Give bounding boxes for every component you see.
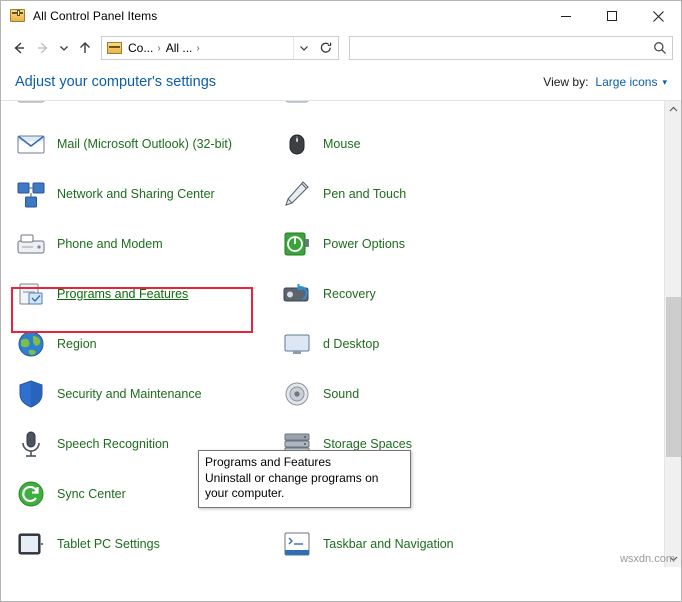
view-by-control[interactable]: View by: Large icons ▾ — [543, 75, 667, 89]
list-item-remote-desktop[interactable]: d Desktop — [281, 319, 539, 369]
list-item-label[interactable]: Power Options — [323, 237, 405, 252]
remote-desktop-icon — [281, 328, 313, 360]
address-toolbar: Co... › All ... › — [1, 32, 681, 64]
address-dropdown-icon[interactable] — [293, 37, 314, 59]
phone-modem-icon — [15, 228, 47, 260]
forward-button[interactable] — [31, 36, 55, 60]
items-row: Phone and Modem Power Options — [15, 219, 661, 269]
view-by-value[interactable]: Large icons — [595, 75, 657, 89]
security-maintenance-icon — [15, 378, 47, 410]
tablet-pc-icon — [15, 528, 47, 560]
list-item-label[interactable]: d Desktop — [323, 337, 379, 352]
sync-center-icon — [15, 478, 47, 510]
region-icon — [15, 328, 47, 360]
recent-locations-button[interactable] — [55, 36, 73, 60]
caption-buttons — [543, 1, 681, 31]
partial-icon-left — [15, 101, 47, 110]
list-item-label[interactable]: Network and Sharing Center — [57, 187, 215, 202]
programs-features-icon — [15, 278, 47, 310]
list-item-security-maintenance[interactable]: Security and Maintenance — [15, 369, 273, 419]
list-item-network-sharing[interactable]: Network and Sharing Center — [15, 169, 273, 219]
list-item-region[interactable]: Region — [15, 319, 273, 369]
taskbar-navigation-icon — [281, 528, 313, 560]
list-item-label[interactable]: Taskbar and Navigation — [323, 537, 454, 552]
search-icon[interactable] — [648, 41, 672, 55]
list-item-mouse[interactable]: Mouse — [281, 119, 539, 169]
list-item-label[interactable]: Programs and Features — [57, 287, 188, 302]
items-row-clipped — [15, 101, 661, 119]
list-item[interactable] — [281, 101, 539, 119]
pen-touch-icon — [281, 178, 313, 210]
search-box[interactable] — [349, 36, 673, 60]
recovery-icon — [281, 278, 313, 310]
breadcrumb-item-all-items[interactable]: All ... — [164, 41, 195, 55]
minimize-button[interactable] — [543, 1, 589, 31]
items-row: Region d Desktop — [15, 319, 661, 369]
list-item-tablet-pc-settings[interactable]: Tablet PC Settings — [15, 519, 273, 567]
speech-recognition-icon — [15, 428, 47, 460]
control-panel-icon — [107, 40, 123, 56]
list-item-recovery[interactable]: Recovery — [281, 269, 539, 319]
mail-icon — [15, 128, 47, 160]
page-header: Adjust your computer's settings View by:… — [1, 64, 681, 100]
list-item-label[interactable]: Sync Center — [57, 487, 126, 502]
items-row: Security and Maintenance Sound — [15, 369, 661, 419]
scroll-up-icon[interactable] — [665, 101, 681, 118]
items-row: Tablet PC Settings Taskbar and Navigatio… — [15, 519, 661, 567]
view-by-label: View by: — [543, 75, 589, 89]
title-bar: All Control Panel Items — [1, 1, 681, 32]
list-item-phone-modem[interactable]: Phone and Modem — [15, 219, 273, 269]
list-item[interactable] — [15, 101, 273, 119]
power-options-icon — [281, 228, 313, 260]
list-item-label[interactable]: Pen and Touch — [323, 187, 406, 202]
tooltip-title: Programs and Features — [205, 455, 332, 469]
items-area: Mail (Microsoft Outlook) (32-bit) Mouse — [1, 100, 681, 567]
breadcrumb-separator[interactable]: › — [155, 43, 163, 54]
close-button[interactable] — [635, 1, 681, 31]
items-row: Network and Sharing Center Pen and Touch — [15, 169, 661, 219]
list-item-label[interactable]: Mouse — [323, 137, 361, 152]
list-item-label[interactable]: Phone and Modem — [57, 237, 163, 252]
tooltip: Programs and Features Uninstall or chang… — [198, 450, 411, 508]
tooltip-body: Uninstall or change programs on your com… — [205, 471, 379, 500]
scrollbar-thumb[interactable] — [666, 297, 681, 457]
partial-icon-right — [281, 101, 313, 110]
list-item-label[interactable]: Sound — [323, 387, 359, 402]
list-item-label[interactable]: Security and Maintenance — [57, 387, 202, 402]
page-title: Adjust your computer's settings — [15, 74, 217, 90]
watermark: wsxdn.com — [619, 553, 675, 565]
maximize-button[interactable] — [589, 1, 635, 31]
list-item-mail[interactable]: Mail (Microsoft Outlook) (32-bit) — [15, 119, 273, 169]
up-button[interactable] — [73, 36, 97, 60]
network-sharing-icon — [15, 178, 47, 210]
mouse-icon — [281, 128, 313, 160]
list-item-sound[interactable]: Sound — [281, 369, 539, 419]
breadcrumb-item-control-panel[interactable]: Co... — [126, 41, 155, 55]
address-bar[interactable]: Co... › All ... › — [101, 36, 339, 60]
list-item-label[interactable]: Tablet PC Settings — [57, 537, 160, 552]
back-button[interactable] — [7, 36, 31, 60]
list-item-label[interactable]: Speech Recognition — [57, 437, 169, 452]
list-item-pen-touch[interactable]: Pen and Touch — [281, 169, 539, 219]
window-title: All Control Panel Items — [33, 9, 158, 23]
refresh-icon[interactable] — [314, 37, 338, 59]
vertical-scrollbar[interactable] — [664, 101, 681, 567]
control-panel-window: All Control Panel Items Co... › All ... … — [0, 0, 682, 602]
breadcrumb-separator-2[interactable]: › — [194, 43, 202, 54]
items-row: Programs and Features Recovery — [15, 269, 661, 319]
list-item-power-options[interactable]: Power Options — [281, 219, 539, 269]
items-row: Mail (Microsoft Outlook) (32-bit) Mouse — [15, 119, 661, 169]
list-item-label[interactable]: Region — [57, 337, 97, 352]
list-item-taskbar-navigation[interactable]: Taskbar and Navigation — [281, 519, 539, 567]
control-panel-icon — [10, 8, 26, 24]
chevron-down-icon[interactable]: ▾ — [662, 77, 667, 88]
sound-icon — [281, 378, 313, 410]
list-item-programs-features[interactable]: Programs and Features — [15, 269, 273, 319]
list-item-label[interactable]: Recovery — [323, 287, 376, 302]
list-item-label[interactable]: Mail (Microsoft Outlook) (32-bit) — [57, 137, 232, 152]
search-input[interactable] — [350, 40, 648, 56]
